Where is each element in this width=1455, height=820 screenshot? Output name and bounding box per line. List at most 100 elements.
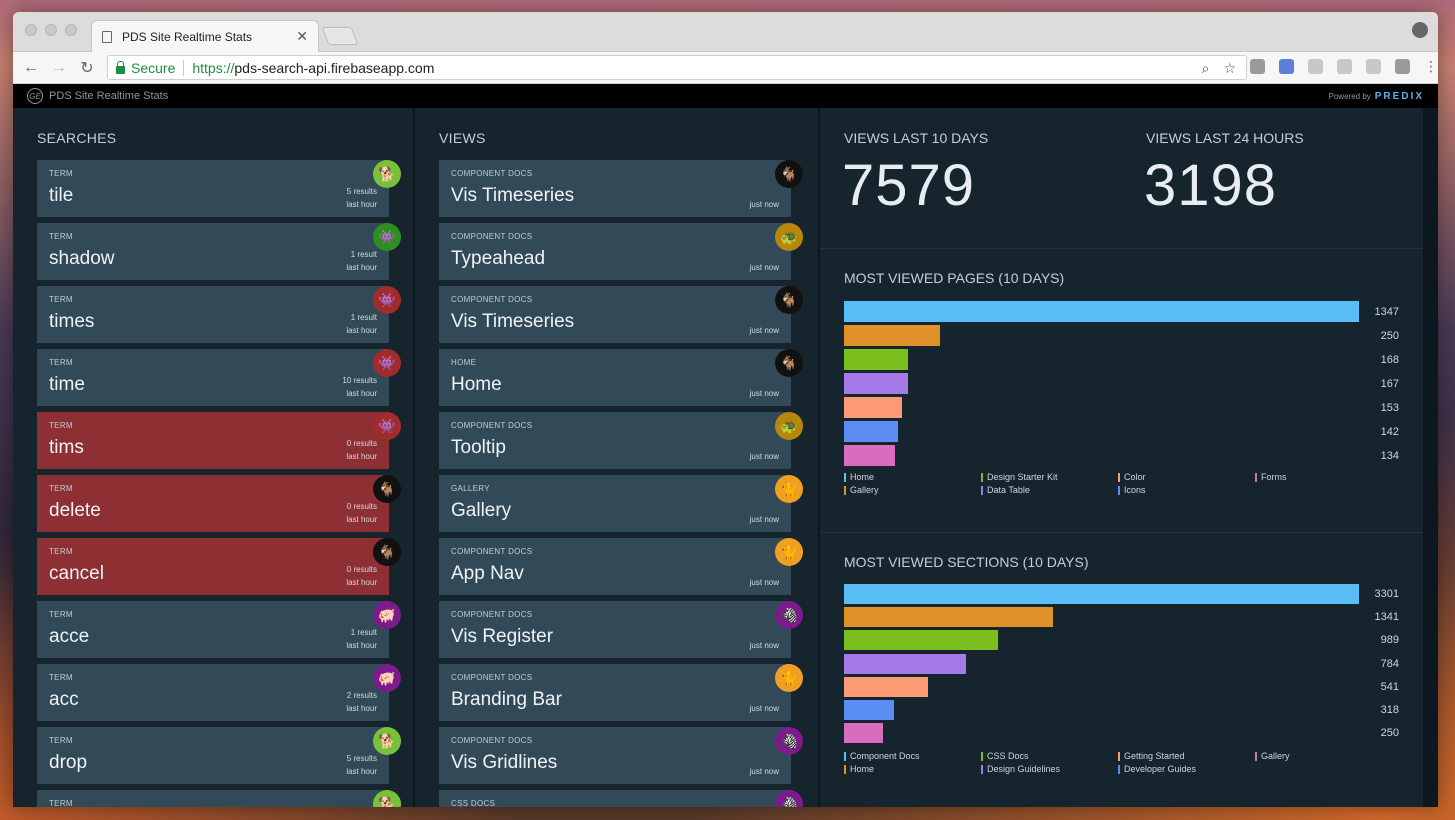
- turtle-icon: 🐢: [775, 223, 803, 251]
- card-category: TERM: [49, 673, 73, 682]
- zebra-icon: 🦓: [775, 790, 803, 807]
- timestamp: just now: [749, 389, 779, 398]
- close-window-button[interactable]: [25, 24, 37, 36]
- dog-icon: 🐕: [373, 160, 401, 188]
- turtle-icon: 🐢: [775, 412, 803, 440]
- browser-window: PDS Site Realtime Stats ✕ ← → ↻ Secure h…: [13, 12, 1438, 807]
- legend-item: Gallery: [844, 485, 879, 495]
- timestamp: just now: [749, 326, 779, 335]
- view-card[interactable]: COMPONENT DOCS Vis Timeseries just now 🐐: [439, 286, 803, 343]
- ge-logo: GE: [27, 88, 43, 104]
- page-name: App Nav: [451, 563, 524, 584]
- card-category: TERM: [49, 736, 73, 745]
- reload-icon[interactable]: ↻: [73, 58, 101, 78]
- back-icon[interactable]: ←: [17, 59, 45, 77]
- pages-chart-legend: Home Design Starter Kit Color Forms Gallery D…: [844, 472, 1404, 502]
- view-card[interactable]: COMPONENT DOCS Tooltip just now 🐢: [439, 412, 803, 469]
- timestamp: last hour: [346, 389, 377, 398]
- view-card[interactable]: COMPONENT DOCS Typeahead just now 🐢: [439, 223, 803, 280]
- view-card[interactable]: COMPONENT DOCS Vis Register just now 🦓: [439, 601, 803, 658]
- forward-icon[interactable]: →: [45, 59, 73, 77]
- chart-bar: [844, 325, 940, 346]
- legend-item: CSS Docs: [981, 751, 1029, 761]
- search-card[interactable]: TERM cancel 0 results last hour 🐐: [37, 538, 401, 595]
- search-card[interactable]: TERM tile 5 results last hour 🐕: [37, 160, 401, 217]
- legend-item: Component Docs: [844, 751, 920, 761]
- result-count: 0 results: [346, 565, 377, 574]
- browser-tab[interactable]: PDS Site Realtime Stats ✕: [91, 20, 319, 52]
- powered-by-label: Powered by: [1328, 91, 1371, 101]
- legend-item: Home: [844, 764, 874, 774]
- lock-icon: [116, 60, 125, 74]
- extension-icon[interactable]: [1366, 59, 1381, 74]
- minimize-window-button[interactable]: [45, 24, 57, 36]
- search-card[interactable]: TERM tims 0 results last hour 👾: [37, 412, 401, 469]
- search-term: shadow: [49, 248, 115, 269]
- view-card[interactable]: CSS DOCS 🦓: [439, 790, 803, 807]
- timestamp: just now: [749, 263, 779, 272]
- puzzle-icon[interactable]: [1395, 59, 1410, 74]
- new-tab-button[interactable]: [321, 27, 359, 45]
- page-name: Home: [451, 374, 502, 395]
- legend-item: Forms: [1255, 472, 1287, 482]
- cat-icon: 🐈: [775, 664, 803, 692]
- view-card[interactable]: HOME Home just now 🐐: [439, 349, 803, 406]
- secure-label: Secure: [131, 59, 176, 76]
- view-card[interactable]: COMPONENT DOCS App Nav just now 🐈: [439, 538, 803, 595]
- search-card[interactable]: TERM times 1 result last hour 👾: [37, 286, 401, 343]
- card-category: COMPONENT DOCS: [451, 547, 533, 556]
- search-card[interactable]: TERM acc 2 results last hour 🐖: [37, 664, 401, 721]
- search-card[interactable]: TERM delete 0 results last hour 🐐: [37, 475, 401, 532]
- divider: [820, 248, 1423, 249]
- chart-bar: [844, 349, 909, 370]
- view-card[interactable]: COMPONENT DOCS Vis Timeseries just now 🐐: [439, 160, 803, 217]
- view-card[interactable]: GALLERY Gallery just now 🐈: [439, 475, 803, 532]
- result-count: 2 results: [346, 691, 377, 700]
- zoom-icon[interactable]: ⌕: [1202, 60, 1210, 77]
- alien-icon: 👾: [373, 223, 401, 251]
- extension-icon[interactable]: [1308, 59, 1323, 74]
- card-category: COMPONENT DOCS: [451, 169, 533, 178]
- search-card[interactable]: TERM time 10 results last hour 👾: [37, 349, 401, 406]
- search-card[interactable]: TERM acce 1 result last hour 🐖: [37, 601, 401, 658]
- card-category: TERM: [49, 295, 73, 304]
- cat-icon: 🐈: [775, 538, 803, 566]
- card-category: COMPONENT DOCS: [451, 232, 533, 241]
- card-category: TERM: [49, 799, 73, 807]
- legend-item: Icons: [1118, 485, 1146, 495]
- app-header: GE PDS Site Realtime Stats Powered by PR…: [13, 84, 1438, 108]
- page-name: Vis Timeseries: [451, 311, 575, 332]
- dog-icon: 🐕: [373, 727, 401, 755]
- view-card[interactable]: COMPONENT DOCS Branding Bar just now 🐈: [439, 664, 803, 721]
- extension-icon[interactable]: [1250, 59, 1265, 74]
- bookmark-star-icon[interactable]: ☆: [1223, 60, 1236, 77]
- bar-value-label: 142: [1380, 425, 1399, 438]
- search-card[interactable]: TERM 🐕: [37, 790, 401, 807]
- search-term: tims: [49, 437, 84, 458]
- close-tab-icon[interactable]: ✕: [296, 28, 308, 45]
- bar-value-label: 134: [1380, 449, 1399, 462]
- extension-icon[interactable]: [1279, 59, 1294, 74]
- chart-bar: [844, 397, 903, 418]
- search-card[interactable]: TERM shadow 1 result last hour 👾: [37, 223, 401, 280]
- page-name: Tooltip: [451, 437, 506, 458]
- views-24-hours-value: 3198: [1144, 153, 1278, 218]
- timestamp: last hour: [346, 641, 377, 650]
- chart-bar: [844, 630, 999, 651]
- search-term: time: [49, 374, 85, 395]
- bar-value-label: 250: [1380, 329, 1399, 342]
- menu-icon[interactable]: ⋮: [1424, 59, 1438, 74]
- ram-icon: 🐐: [373, 475, 401, 503]
- profile-icon[interactable]: [1412, 22, 1428, 38]
- result-count: 0 results: [346, 439, 377, 448]
- zoom-window-button[interactable]: [65, 24, 77, 36]
- timestamp: just now: [749, 452, 779, 461]
- address-bar[interactable]: Secure https:// pds-search-api.firebasea…: [107, 55, 1247, 80]
- timestamp: just now: [749, 578, 779, 587]
- view-card[interactable]: COMPONENT DOCS Vis Gridlines just now 🦓: [439, 727, 803, 784]
- extension-icon[interactable]: [1337, 59, 1352, 74]
- card-category: COMPONENT DOCS: [451, 673, 533, 682]
- bar-value-label: 989: [1380, 634, 1399, 647]
- search-card[interactable]: TERM drop 5 results last hour 🐕: [37, 727, 401, 784]
- legend-item: Developer Guides: [1118, 764, 1196, 774]
